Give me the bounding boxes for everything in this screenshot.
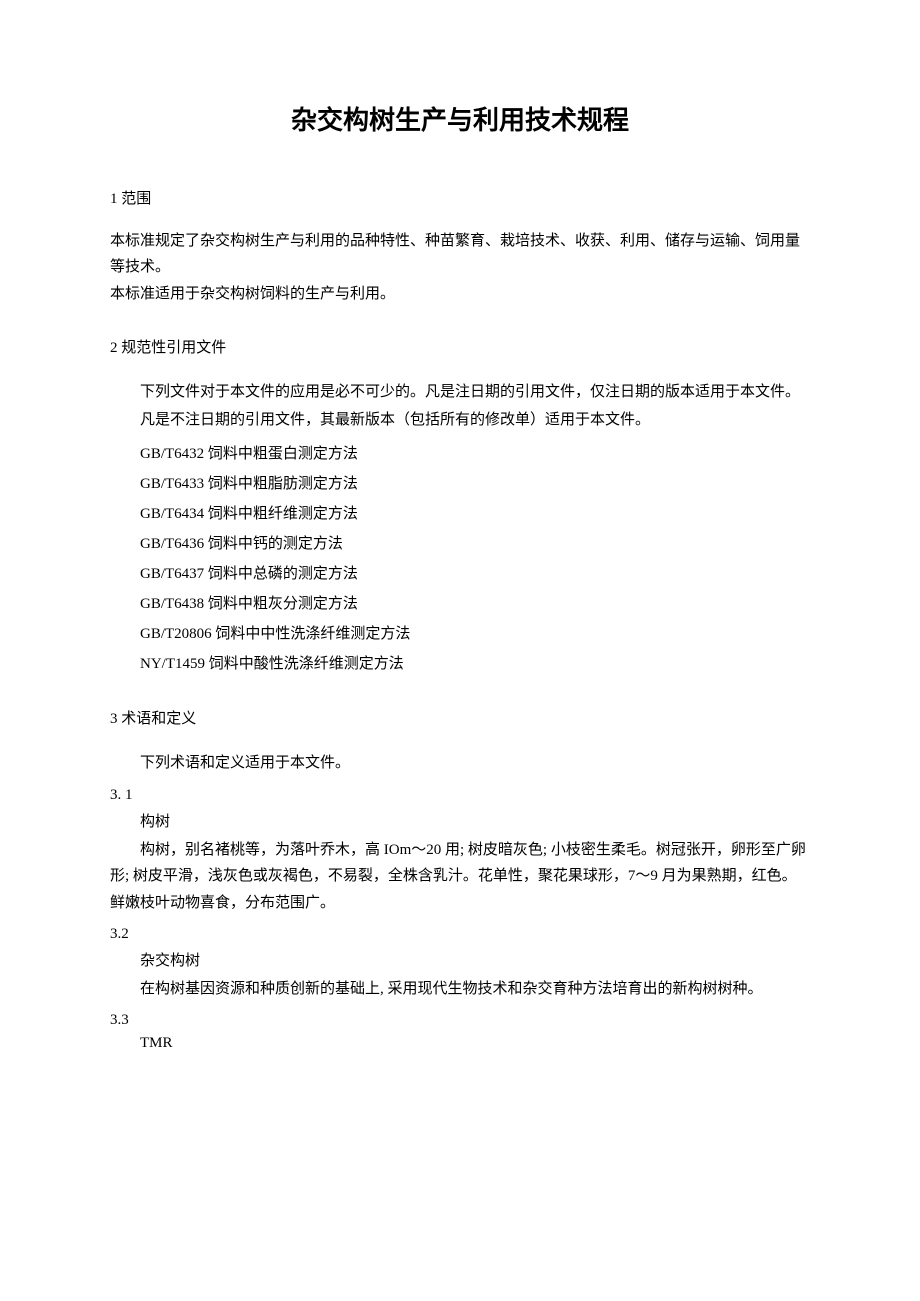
document-title: 杂交构树生产与利用技术规程 — [110, 100, 810, 137]
section-2-paragraph-2: 凡是不注日期的引用文件，其最新版本（包括所有的修改单）适用于本文件。 — [110, 406, 810, 435]
term-3-1-name: 构树 — [110, 810, 810, 831]
term-3-3-name: TMR — [110, 1035, 810, 1052]
term-3-2-name: 杂交构树 — [110, 949, 810, 970]
section-2-paragraph-1: 下列文件对于本文件的应用是必不可少的。凡是注日期的引用文件，仅注日期的版本适用于… — [110, 378, 810, 407]
section-1-paragraph-2: 本标准适用于杂交构树饲料的生产与利用。 — [110, 282, 810, 308]
section-3-heading: 3 术语和定义 — [110, 707, 810, 731]
reference-item: GB/T6432 饲料中粗蛋白测定方法 — [110, 439, 810, 469]
term-3-3-number: 3.3 — [110, 1012, 810, 1029]
section-1-heading: 1 范围 — [110, 187, 810, 211]
document-page: 杂交构树生产与利用技术规程 1 范围 本标准规定了杂交构树生产与利用的品种特性、… — [0, 0, 920, 1138]
reference-item: GB/T6436 饲料中钙的测定方法 — [110, 529, 810, 559]
term-3-1-number: 3. 1 — [110, 787, 810, 804]
reference-item: GB/T6434 饲料中粗纤维测定方法 — [110, 499, 810, 529]
term-3-2-body: 在构树基因资源和种质创新的基础上, 采用现代生物技术和杂交育种方法培育出的新构树… — [110, 976, 810, 1002]
reference-item: NY/T1459 饲料中酸性洗涤纤维测定方法 — [110, 649, 810, 679]
section-2-heading: 2 规范性引用文件 — [110, 336, 810, 360]
reference-list: GB/T6432 饲料中粗蛋白测定方法 GB/T6433 饲料中粗脂肪测定方法 … — [110, 439, 810, 679]
reference-item: GB/T6438 饲料中粗灰分测定方法 — [110, 589, 810, 619]
reference-item: GB/T6433 饲料中粗脂肪测定方法 — [110, 469, 810, 499]
section-1-paragraph-1: 本标准规定了杂交构树生产与利用的品种特性、种苗繁育、栽培技术、收获、利用、储存与… — [110, 229, 810, 280]
section-3-intro: 下列术语和定义适用于本文件。 — [110, 749, 810, 778]
reference-item: GB/T20806 饲料中中性洗涤纤维测定方法 — [110, 619, 810, 649]
reference-item: GB/T6437 饲料中总磷的测定方法 — [110, 559, 810, 589]
term-3-1-body: 构树，别名褚桃等，为落叶乔木，高 IOm～20 用; 树皮暗灰色; 小枝密生柔毛… — [110, 837, 810, 916]
term-3-2-number: 3.2 — [110, 926, 810, 943]
